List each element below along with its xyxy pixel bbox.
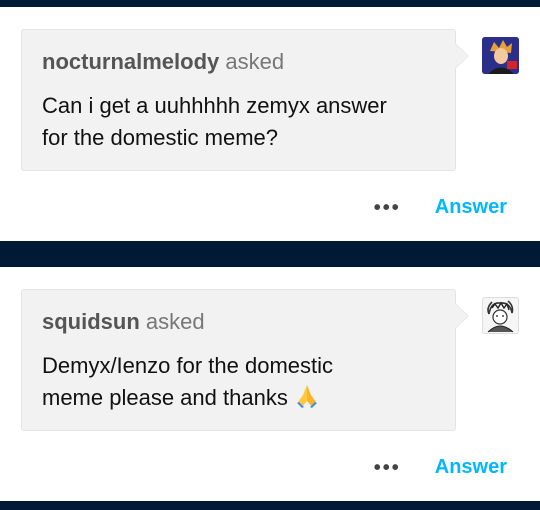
avatar-image-icon — [483, 298, 518, 333]
question-line: Can i get a uuhhhhh zemyx answer — [42, 93, 387, 118]
question-text: Can i get a uuhhhhh zemyx answer for the… — [42, 90, 442, 154]
asker-line: squidsun asked — [42, 309, 205, 335]
asked-label: asked — [145, 309, 205, 334]
ask-bubble: squidsun asked Demyx/Ienzo for the domes… — [21, 289, 469, 431]
asker-name-link[interactable]: squidsun — [42, 309, 140, 334]
question-line: Demyx/Ienzo for the domestic — [42, 353, 334, 378]
ask-bubble: nocturnalmelody asked Can i get a uuhhhh… — [21, 29, 469, 171]
asker-line: nocturnalmelody asked — [42, 49, 284, 75]
question-text: Demyx/Ienzo for the domestic meme please… — [42, 350, 442, 414]
answer-button[interactable]: Answer — [435, 196, 507, 219]
post-actions: ••• Answer — [374, 196, 507, 219]
question-line: meme please and thanks — [42, 385, 288, 410]
answer-button[interactable]: Answer — [435, 456, 507, 479]
question-line: for the domestic meme? — [42, 125, 278, 150]
post-actions: ••• Answer — [374, 456, 507, 479]
question-line-with-emoji: meme please and thanks — [42, 382, 442, 414]
dashboard-background-strip — [0, 0, 540, 7]
asker-name-link[interactable]: nocturnalmelody — [42, 49, 219, 74]
ellipsis-icon[interactable]: ••• — [374, 458, 401, 478]
ellipsis-icon[interactable]: ••• — [374, 198, 401, 218]
avatar-image-icon — [482, 37, 519, 74]
folded-hands-emoji-icon — [296, 385, 317, 408]
asked-label: asked — [225, 49, 285, 74]
ask-post: squidsun asked Demyx/Ienzo for the domes… — [0, 267, 540, 501]
ask-post: nocturnalmelody asked Can i get a uuhhhh… — [0, 7, 540, 241]
asker-avatar[interactable] — [482, 297, 519, 334]
asker-avatar[interactable] — [482, 37, 519, 74]
